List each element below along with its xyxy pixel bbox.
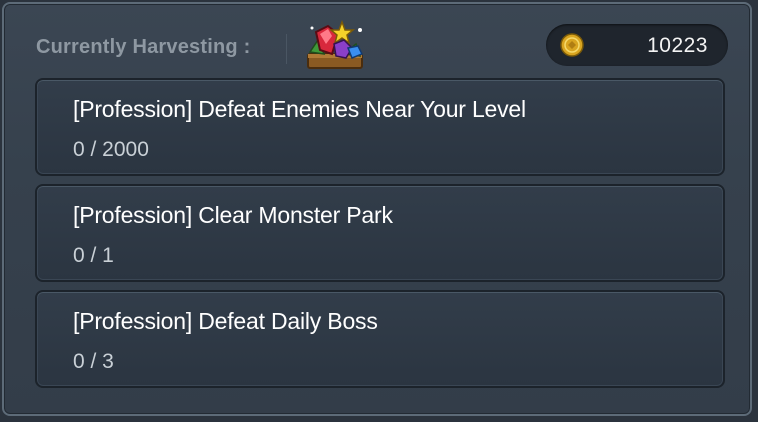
- quest-progress: 0 / 2000: [73, 138, 149, 161]
- quest-card[interactable]: [Profession] Defeat Daily Boss 0 / 3: [35, 290, 725, 388]
- gem-pile-icon[interactable]: [302, 18, 368, 72]
- harvest-panel: Currently Harvesting : 10223 [Profession…: [2, 2, 752, 416]
- quest-card[interactable]: [Profession] Clear Monster Park 0 / 1: [35, 184, 725, 282]
- quest-title: [Profession] Defeat Daily Boss: [73, 308, 378, 334]
- coin-amount: 10223: [647, 34, 708, 57]
- quest-card[interactable]: [Profession] Defeat Enemies Near Your Le…: [35, 78, 725, 176]
- currently-harvesting-label: Currently Harvesting :: [36, 36, 251, 58]
- quest-title: [Profession] Defeat Enemies Near Your Le…: [73, 96, 526, 122]
- header-divider: [286, 34, 287, 64]
- quest-progress: 0 / 1: [73, 244, 114, 267]
- quest-progress: 0 / 3: [73, 350, 114, 373]
- quest-title: [Profession] Clear Monster Park: [73, 202, 393, 228]
- gold-coin-icon: [560, 33, 584, 57]
- panel-header: Currently Harvesting : 10223: [4, 4, 750, 76]
- coin-balance: 10223: [546, 24, 728, 66]
